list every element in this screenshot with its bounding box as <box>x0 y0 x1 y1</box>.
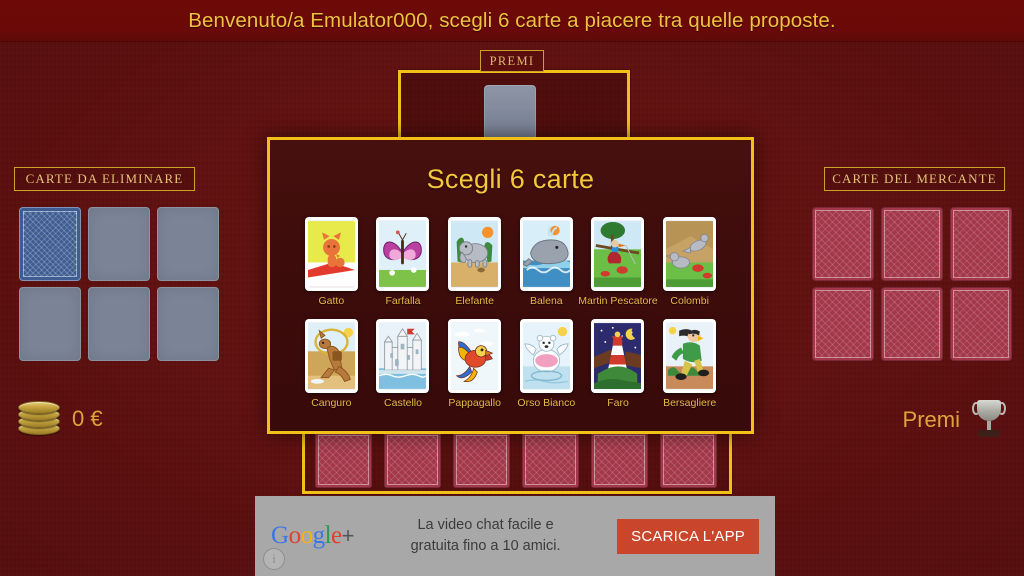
choose-cards-dialog: Scegli 6 carte Gatto Farfalla Elefante Bale… <box>267 137 754 434</box>
discard-slot[interactable] <box>88 287 150 361</box>
selectable-card[interactable]: Canguro <box>296 319 366 409</box>
discard-slot[interactable] <box>19 207 81 281</box>
parrot-icon <box>451 322 499 390</box>
player-card[interactable] <box>591 432 648 488</box>
merchant-slot[interactable] <box>881 287 943 361</box>
card-label: Castello <box>384 397 422 409</box>
info-icon[interactable]: i <box>263 548 285 570</box>
player-card[interactable] <box>522 432 579 488</box>
trophy-icon <box>972 400 1006 440</box>
discard-slot[interactable] <box>157 287 219 361</box>
card-thumbnail[interactable] <box>376 319 430 393</box>
bersagliere-icon <box>666 322 714 390</box>
welcome-banner: Benvenuto/a Emulator000, scegli 6 carte … <box>0 0 1024 42</box>
card-thumbnail[interactable] <box>591 217 645 291</box>
merchant-card-grid <box>812 207 1012 361</box>
ad-text-line2: gratuita fino a 10 amici. <box>410 538 561 554</box>
selectable-card[interactable]: Bersagliere <box>655 319 725 409</box>
money-indicator: 0 € <box>18 400 103 438</box>
game-stage: Benvenuto/a Emulator000, scegli 6 carte … <box>0 0 1024 576</box>
card-label: Colombi <box>670 295 709 307</box>
card-label: Pappagallo <box>448 397 501 409</box>
card-label: Orso Bianco <box>517 397 576 409</box>
selectable-card[interactable]: Orso Bianco <box>511 319 581 409</box>
welcome-message: Benvenuto/a Emulator000, scegli 6 carte … <box>188 8 836 32</box>
ad-text: La video chat facile e gratuita fino a 1… <box>368 515 603 557</box>
selectable-card[interactable]: Pappagallo <box>440 319 510 409</box>
cat-icon <box>307 220 355 288</box>
card-label: Faro <box>607 397 629 409</box>
selectable-card[interactable]: Faro <box>583 319 653 409</box>
selectable-card[interactable]: Colombi <box>655 217 725 307</box>
kangaroo-icon <box>307 322 355 390</box>
elephant-icon <box>451 220 499 288</box>
whale-icon <box>522 220 570 288</box>
merchant-slot[interactable] <box>812 287 874 361</box>
discard-card-grid <box>19 207 219 361</box>
card-thumbnail[interactable] <box>663 319 717 393</box>
card-thumbnail[interactable] <box>519 217 573 291</box>
download-app-button[interactable]: SCARICA L'APP <box>617 518 759 554</box>
card-thumbnail[interactable] <box>663 217 717 291</box>
polarbear-icon <box>522 322 570 390</box>
card-label: Balena <box>529 295 563 307</box>
butterfly-icon <box>379 220 427 288</box>
ad-text-line1: La video chat facile e <box>417 516 554 533</box>
card-thumbnail[interactable] <box>448 217 502 291</box>
advertisement-banner[interactable]: Google+ La video chat facile e gratuita … <box>255 496 775 576</box>
card-label: Martin Pescatore <box>578 295 658 307</box>
card-thumbnail[interactable] <box>304 319 358 393</box>
card-thumbnail[interactable] <box>591 319 645 393</box>
merchant-slot[interactable] <box>950 207 1012 281</box>
merchant-slot[interactable] <box>812 207 874 281</box>
money-amount: 0 € <box>72 406 103 431</box>
discard-slot[interactable] <box>19 287 81 361</box>
card-label: Canguro <box>311 397 352 409</box>
castle-icon <box>379 322 427 390</box>
player-card-row <box>315 432 717 488</box>
google-plus-logo: Google+ <box>271 522 354 549</box>
selectable-card[interactable]: Elefante <box>440 217 510 307</box>
card-label: Elefante <box>455 295 494 307</box>
player-card[interactable] <box>453 432 510 488</box>
selectable-card-grid: Gatto Farfalla Elefante Balena Martin Pescat… <box>296 217 726 409</box>
card-thumbnail[interactable] <box>376 217 430 291</box>
selectable-card[interactable]: Castello <box>368 319 438 409</box>
card-label: Bersagliere <box>663 397 717 409</box>
left-panel-title: CARTE DA ELIMINARE <box>14 167 195 191</box>
discard-slot[interactable] <box>88 207 150 281</box>
selectable-card[interactable]: Farfalla <box>368 217 438 307</box>
dialog-title: Scegli 6 carte <box>426 164 595 194</box>
right-panel-title: CARTE DEL MERCANTE <box>824 167 1005 191</box>
selectable-card[interactable]: Gatto <box>296 217 366 307</box>
prizes-label: Premi <box>902 407 960 432</box>
player-card[interactable] <box>315 432 372 488</box>
card-label: Gatto <box>318 295 345 307</box>
card-thumbnail[interactable] <box>304 217 358 291</box>
premi-tab-label: PREMI <box>480 50 544 72</box>
card-thumbnail[interactable] <box>448 319 502 393</box>
kingfisher-icon <box>594 220 642 288</box>
merchant-slot[interactable] <box>950 287 1012 361</box>
card-thumbnail[interactable] <box>519 319 573 393</box>
selectable-card[interactable]: Martin Pescatore <box>578 217 658 307</box>
doves-icon <box>666 220 714 288</box>
prizes-indicator[interactable]: Premi <box>903 400 1006 440</box>
player-card[interactable] <box>660 432 717 488</box>
merchant-slot[interactable] <box>881 207 943 281</box>
card-label: Farfalla <box>385 295 421 307</box>
selectable-card[interactable]: Balena <box>511 217 581 307</box>
discard-slot[interactable] <box>157 207 219 281</box>
lighthouse-icon <box>594 322 642 390</box>
coin-stack-icon <box>18 400 62 438</box>
player-card[interactable] <box>384 432 441 488</box>
